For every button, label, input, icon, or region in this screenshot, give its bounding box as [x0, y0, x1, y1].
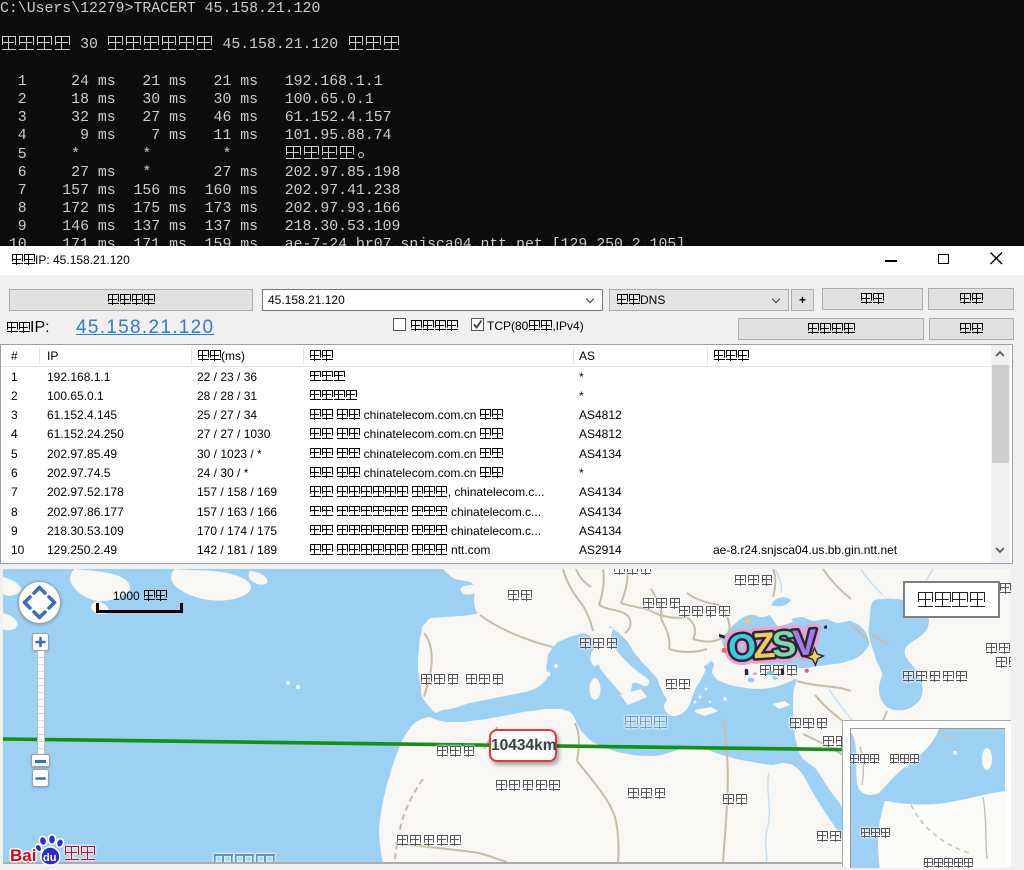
svg-text:du: du	[43, 852, 56, 864]
